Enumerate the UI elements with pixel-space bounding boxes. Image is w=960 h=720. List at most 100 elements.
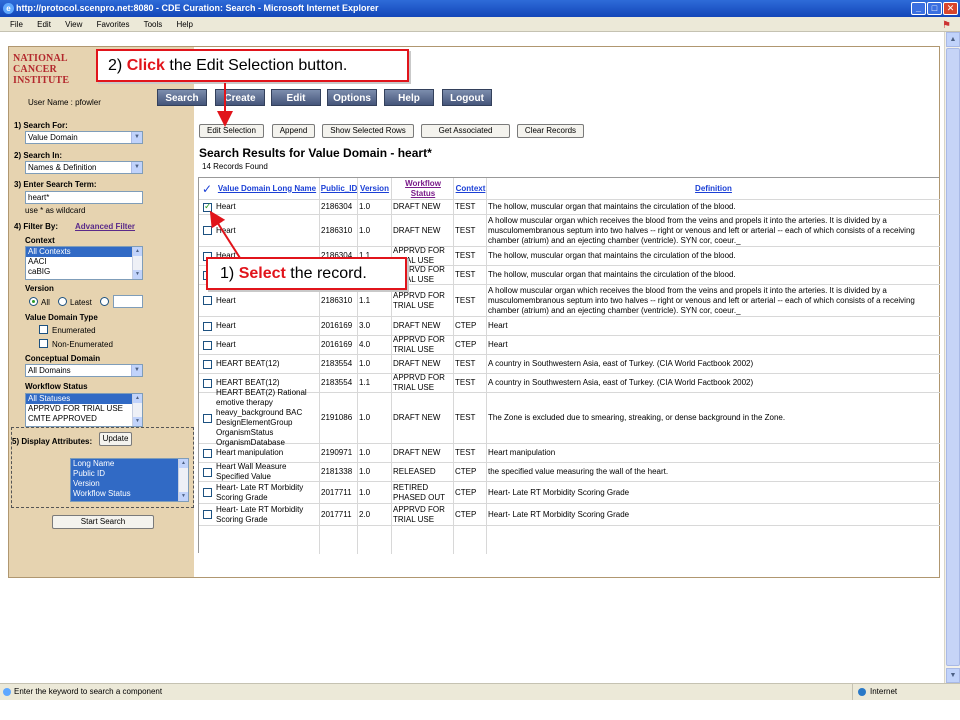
cell-name: Heart Wall Measure Specified Value [216, 462, 287, 481]
row-select-checkbox[interactable] [203, 448, 212, 458]
advanced-filter-link[interactable]: Advanced Filter [75, 222, 135, 231]
cell-name: Heart- Late RT Morbidity Scoring Grade [216, 504, 304, 524]
version-specific-radio[interactable] [100, 297, 109, 306]
cell-status: RETIRED PHASED OUT [393, 482, 446, 502]
list-item[interactable]: caBIG [26, 267, 142, 277]
append-button[interactable]: Append [272, 124, 315, 138]
header-workflow-status[interactable]: Workflow Status [392, 178, 454, 199]
list-item[interactable]: CMTE APPROVED [26, 414, 142, 424]
menu-favorites[interactable]: Favorites [97, 20, 130, 29]
cell-def: The hollow, muscular organ that maintain… [488, 202, 736, 211]
menu-file[interactable]: File [10, 20, 23, 29]
scroll-up-icon[interactable]: ▲ [179, 459, 188, 468]
cell-id: 2017711 [321, 509, 352, 519]
nav-edit-button[interactable]: Edit [271, 89, 321, 106]
listbox-scrollbar[interactable]: ▲ ▼ [132, 247, 142, 279]
chevron-down-icon[interactable]: ▼ [131, 162, 142, 173]
search-for-select[interactable]: Value Domain ▼ [25, 131, 143, 144]
nav-help-button[interactable]: Help [384, 89, 434, 106]
minimize-button[interactable]: _ [911, 2, 926, 15]
search-for-label: 1) Search For: [14, 121, 68, 130]
context-listbox[interactable]: All Contexts AACI caBIG ▲ ▼ [25, 246, 143, 280]
update-button[interactable]: Update [99, 432, 132, 446]
scroll-down-icon[interactable]: ▼ [179, 492, 188, 501]
conceptual-domain-select[interactable]: All Domains ▼ [25, 364, 143, 377]
conceptual-domain-value: All Domains [28, 366, 71, 375]
row-select-checkbox[interactable] [203, 296, 212, 305]
scroll-down-icon[interactable]: ▼ [946, 668, 960, 683]
scroll-down-icon[interactable]: ▼ [133, 270, 142, 279]
scroll-thumb[interactable] [946, 48, 960, 666]
page-scrollbar[interactable]: ▲ ▼ [944, 32, 960, 683]
row-select-checkbox[interactable] [203, 340, 212, 350]
row-select-checkbox[interactable] [203, 226, 212, 235]
edit-selection-button[interactable]: Edit Selection [199, 124, 264, 138]
row-select-checkbox[interactable] [203, 510, 212, 519]
nav-options-button[interactable]: Options [327, 89, 377, 106]
display-attrs-listbox[interactable]: Long Name Public ID Version Workflow Sta… [70, 458, 189, 502]
version-all-radio[interactable] [29, 297, 38, 306]
cell-ctx: CTEP [455, 467, 477, 476]
table-row: HEART BEAT(12) 2183554 1.0 DRAFT NEW TEST A c… [199, 355, 940, 374]
header-long-name[interactable]: Value Domain Long Name [215, 178, 319, 199]
header-context[interactable]: Context [454, 178, 487, 199]
menu-help[interactable]: Help [177, 20, 193, 29]
version-input[interactable] [113, 295, 143, 308]
nav-search-button[interactable]: Search [157, 89, 207, 106]
cell-status: DRAFT NEW [393, 202, 441, 211]
show-selected-rows-button[interactable]: Show Selected Rows [322, 124, 414, 138]
maximize-button[interactable]: □ [927, 2, 942, 15]
non-enumerated-checkbox[interactable] [39, 339, 48, 348]
list-item[interactable]: AACI [26, 257, 142, 267]
menu-tools[interactable]: Tools [144, 20, 163, 29]
list-item[interactable]: Long Name [71, 459, 188, 469]
clear-records-button[interactable]: Clear Records [517, 124, 584, 138]
chevron-down-icon[interactable]: ▼ [131, 365, 142, 376]
chevron-down-icon[interactable]: ▼ [131, 132, 142, 143]
nav-create-button[interactable]: Create [215, 89, 265, 106]
callout-step-2-action: Click [126, 57, 165, 74]
window-title: http://protocol.scenpro.net:8080 - CDE C… [16, 3, 379, 13]
search-term-input[interactable]: heart* [25, 191, 143, 204]
column-divider [486, 178, 487, 554]
scroll-up-icon[interactable]: ▲ [133, 247, 142, 256]
list-item[interactable]: Workflow Status [71, 489, 188, 499]
row-select-checkbox[interactable] [203, 378, 212, 388]
search-for-value: Value Domain [28, 133, 78, 142]
row-select-checkbox[interactable] [203, 321, 212, 331]
nav-logout-button[interactable]: Logout [442, 89, 492, 106]
display-attrs-label: 5) Display Attributes: [12, 437, 93, 446]
scroll-down-icon[interactable]: ▼ [133, 417, 142, 426]
cell-def: The hollow, muscular organ that maintain… [488, 270, 736, 279]
menu-view[interactable]: View [65, 20, 82, 29]
header-definition[interactable]: Definition [487, 178, 940, 199]
list-item[interactable]: All Contexts [26, 247, 142, 257]
cell-ctx: CTEP [455, 487, 477, 497]
list-item[interactable]: Public ID [71, 469, 188, 479]
start-search-button[interactable]: Start Search [52, 515, 154, 529]
row-select-checkbox[interactable] [203, 488, 212, 497]
listbox-scrollbar[interactable]: ▲ ▼ [178, 459, 188, 501]
get-associated-button[interactable]: Get Associated [421, 124, 510, 138]
row-select-checkbox[interactable] [203, 467, 212, 477]
list-item[interactable]: APPRVD FOR TRIAL USE [26, 404, 142, 414]
search-in-select[interactable]: Names & Definition ▼ [25, 161, 143, 174]
enumerated-checkbox[interactable] [39, 325, 48, 334]
menu-edit[interactable]: Edit [37, 20, 51, 29]
scroll-up-icon[interactable]: ▲ [133, 394, 142, 403]
cell-def: Heart [488, 321, 508, 330]
row-select-checkbox[interactable] [203, 359, 212, 369]
scroll-up-icon[interactable]: ▲ [946, 32, 960, 47]
select-all-check-icon[interactable]: ✓ [201, 178, 213, 199]
version-latest-radio[interactable] [58, 297, 67, 306]
header-version[interactable]: Version [358, 178, 391, 199]
list-item[interactable]: All Statuses [26, 394, 142, 404]
workflow-listbox[interactable]: All Statuses APPRVD FOR TRIAL USE CMTE A… [25, 393, 143, 427]
row-select-checkbox[interactable] [203, 413, 212, 423]
cell-status: RELEASED [393, 467, 436, 476]
close-button[interactable]: ✕ [943, 2, 958, 15]
list-item[interactable]: Version [71, 479, 188, 489]
header-public-id[interactable]: Public_ID [320, 178, 358, 199]
row-select-checkbox[interactable] [203, 201, 212, 212]
listbox-scrollbar[interactable]: ▲ ▼ [132, 394, 142, 426]
